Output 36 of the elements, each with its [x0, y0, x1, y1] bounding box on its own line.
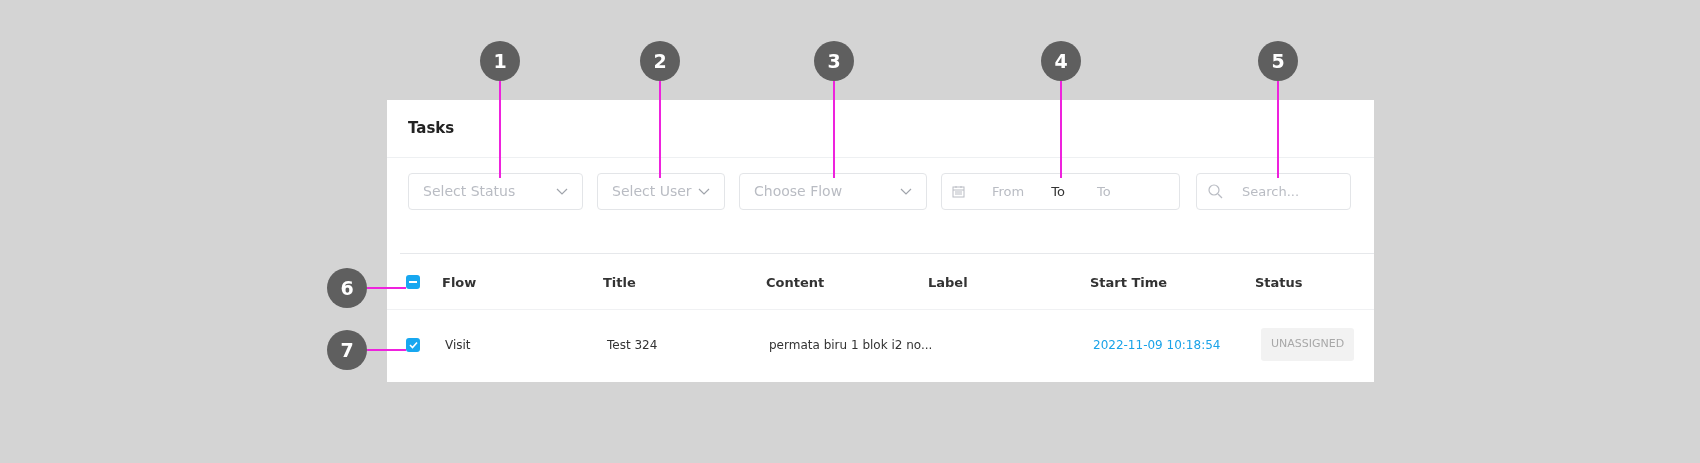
from-placeholder: From — [992, 182, 1025, 201]
callout-marker: 4 — [1041, 41, 1081, 81]
select-dropdown[interactable]: Select Status — [408, 173, 583, 210]
checkbox[interactable] — [406, 337, 420, 352]
search-field[interactable]: Search... — [1196, 173, 1351, 210]
select-dropdown[interactable]: Choose Flow — [739, 173, 927, 210]
callout-marker: 5 — [1258, 41, 1298, 81]
column-header: Flow — [442, 274, 477, 290]
panel-title: Tasks — [408, 118, 455, 140]
callout-marker: 1 — [480, 41, 520, 81]
checkbox[interactable] — [406, 274, 420, 289]
column-header: Title — [603, 274, 636, 290]
table-cell: Visit — [445, 337, 471, 352]
table-cell: Test 324 — [607, 337, 658, 352]
callout-marker: 7 — [327, 330, 367, 370]
callout-marker: 2 — [640, 41, 680, 81]
chevron-down-icon — [900, 188, 912, 195]
start-time-link[interactable]: 2022-11-09 10:18:54 — [1093, 337, 1221, 352]
to-placeholder: To — [1096, 182, 1111, 201]
table-cell: permata biru 1 blok i2 no... — [769, 337, 933, 352]
range-separator: To — [1051, 182, 1065, 201]
leader-line — [367, 287, 406, 289]
chevron-down-icon — [556, 188, 568, 195]
select-dropdown[interactable]: Select User — [597, 173, 725, 210]
status-badge: UNASSIGNED — [1261, 328, 1355, 361]
search-icon — [1208, 184, 1223, 199]
callout-marker: 6 — [327, 268, 367, 308]
column-header: Status — [1255, 274, 1303, 290]
column-header: Content — [766, 274, 825, 290]
callout-marker: 3 — [814, 41, 854, 81]
column-header: Start Time — [1090, 274, 1168, 290]
chevron-down-icon — [698, 188, 710, 195]
calendar-icon — [952, 185, 965, 198]
leader-line — [367, 349, 406, 351]
date-range-field[interactable]: From To To — [941, 173, 1180, 210]
column-header: Label — [928, 274, 968, 290]
